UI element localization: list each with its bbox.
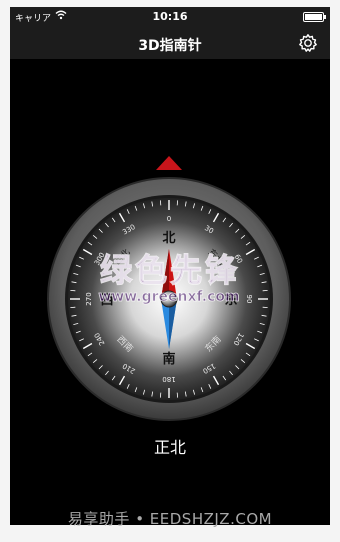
- cardinal-south: 南: [162, 351, 175, 367]
- direction-label: 正北: [153, 438, 186, 457]
- status-time: 10:16: [152, 10, 188, 23]
- heading-indicator: [156, 156, 182, 170]
- degree-label: 270: [85, 292, 93, 305]
- nav-bar: 3D指南针: [10, 27, 330, 59]
- compass-area: 0 30 60 90 120 150 180 210 240 270 300 330 北 南 东 西 …: [10, 59, 330, 525]
- gear-icon: [299, 34, 317, 52]
- degree-label: 0: [167, 215, 171, 223]
- settings-button[interactable]: [298, 33, 318, 53]
- overlay-title: 绿色先锋: [100, 251, 240, 289]
- degree-label: 90: [245, 295, 253, 304]
- status-bar: キャリア 10:16: [10, 7, 330, 27]
- site-watermark: 易享助手 • EEDSHZJZ.COM: [67, 510, 273, 528]
- battery-icon: [303, 12, 326, 22]
- overlay-url: www.greenxf.com: [98, 289, 239, 305]
- phone-screen: キャリア 10:16 3D指南针 0 30 60 90 120 150 180 …: [10, 7, 330, 525]
- cardinal-north: 北: [162, 231, 175, 246]
- page-title: 3D指南针: [138, 38, 202, 54]
- degree-label: 180: [162, 375, 175, 383]
